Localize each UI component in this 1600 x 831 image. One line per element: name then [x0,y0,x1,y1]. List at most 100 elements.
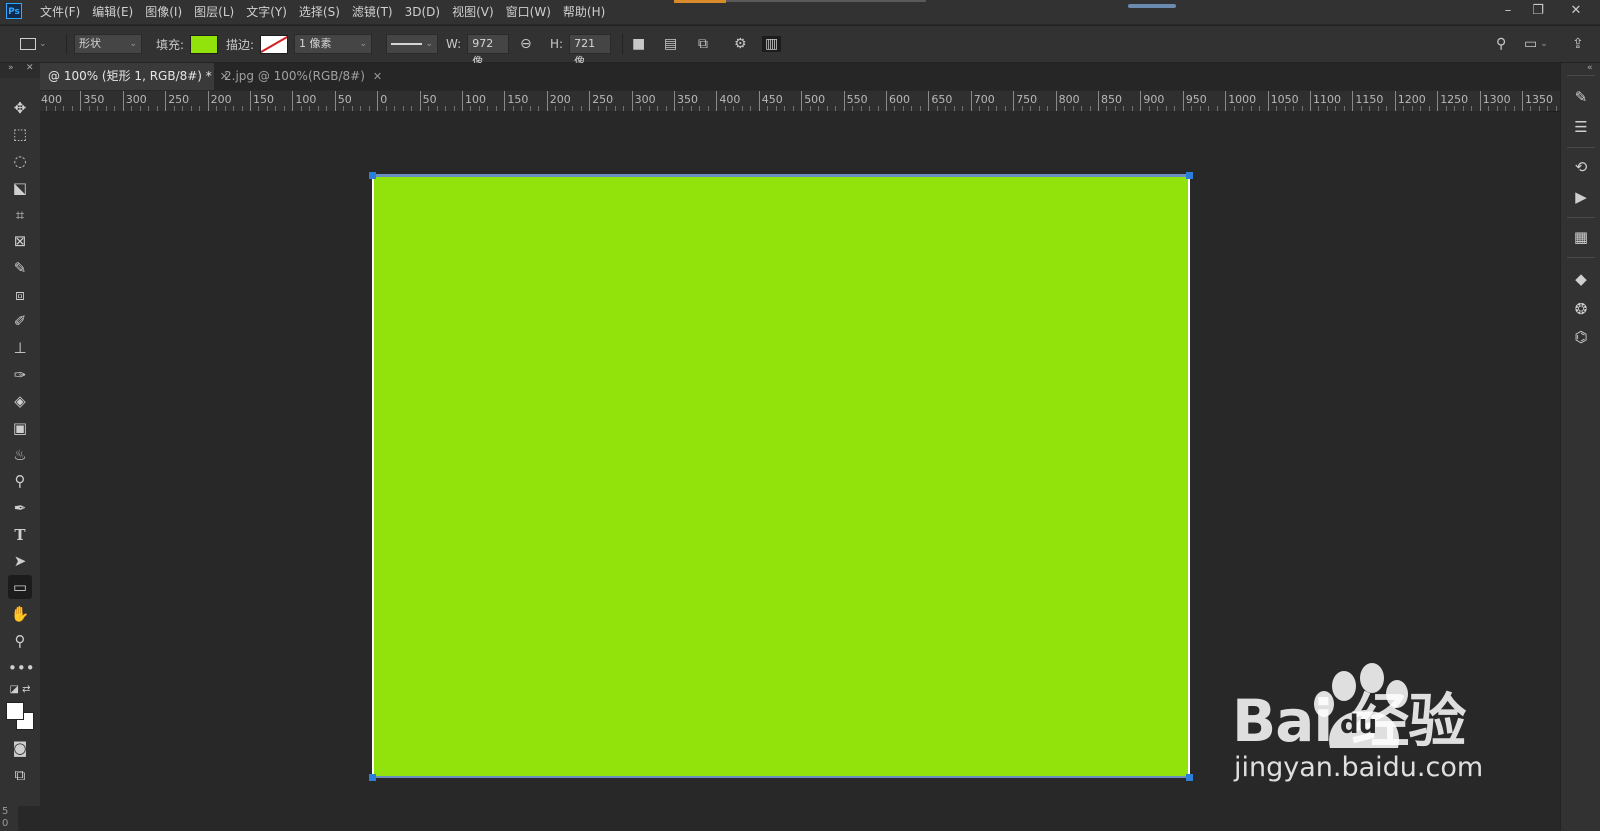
brush-settings-icon[interactable]: ✎ [1569,85,1593,109]
tool-preset-picker[interactable]: ⌄ [20,26,47,62]
height-field[interactable]: 721 像 [569,34,612,68]
fill-color-swatch[interactable] [190,34,219,54]
transform-handle[interactable] [369,172,376,179]
menu-help[interactable]: 帮助(H) [557,0,611,24]
history-brush-icon[interactable]: ✑ [8,363,32,387]
horizontal-ruler[interactable]: 400 350 300 250 200 150 100 50 0 50 100 150 200 250 30… [40,91,1560,112]
expand-icon[interactable]: » [8,63,14,73]
stroke-width-field[interactable]: 1 像素 ⌄ [294,34,372,54]
search-icon[interactable]: ⚲ [1496,36,1506,52]
close-icon[interactable]: ✕ [373,70,382,83]
toolbar-collapse-bar[interactable]: » ✕ [0,63,40,78]
marquee-icon[interactable]: ⬚ [8,122,32,146]
menu-window[interactable]: 窗口(W) [500,0,557,24]
chevron-down-icon: ⌄ [129,39,137,49]
default-colors-icon[interactable]: ◪ ⇄ [8,678,32,702]
menu-filter[interactable]: 滤镜(T) [346,0,399,24]
ruler-major-tick [928,91,930,111]
object-select-icon[interactable]: ⬕ [8,176,32,200]
menu-3d[interactable]: 3D(D) [399,0,446,24]
foreground-color-swatch[interactable] [6,702,24,720]
ruler-major-tick [1055,91,1057,111]
ruler-major-tick [1352,91,1354,111]
ruler-label: 1250 [1440,93,1469,106]
rectangle-icon[interactable]: ▭ [8,575,32,599]
chevron-down-icon: ⌄ [359,39,367,49]
actions-icon[interactable]: ▶ [1569,185,1593,209]
path-alignment-icon[interactable]: ▤ [664,36,677,52]
menu-select[interactable]: 选择(S) [293,0,346,24]
type-icon[interactable]: T [8,523,32,547]
screen-mode-icon[interactable]: ⧉ [8,763,32,787]
layers-icon[interactable]: ◆ [1569,267,1593,291]
tab-document-1[interactable]: @ 100% (矩形 1, RGB/8#) * ✕ [40,63,229,90]
gradient-icon[interactable]: ▣ [8,416,32,440]
restore-button[interactable]: ❐ [1522,0,1554,22]
ruler-major-tick [801,91,803,111]
share-icon[interactable]: ⇪ [1572,36,1584,52]
ruler-major-tick [674,91,675,111]
history-icon[interactable]: ⟲ [1569,155,1593,179]
hand-icon[interactable]: ✋ [8,602,32,626]
gear-icon[interactable]: ⚙ [734,36,747,52]
channels-icon[interactable]: ❂ [1569,297,1593,321]
options-bar: ⌄ 形状 ⌄ 填充: 描边: 1 像素 ⌄ ⌄ W: 972 像 ⊖ H: 72… [0,25,1600,68]
menu-type[interactable]: 文字(Y) [240,0,293,24]
brush-icon[interactable]: ✐ [8,309,32,333]
more-icon[interactable]: ••• [8,656,35,680]
crop-icon[interactable]: ⌗ [8,203,32,227]
path-select-icon[interactable]: ➤ [8,549,32,573]
ruler-major-tick [1479,91,1481,111]
ruler-major-tick [843,91,845,111]
stroke-line-icon [391,43,423,45]
move-icon[interactable]: ✥ [8,96,32,120]
transform-handle[interactable] [369,774,376,781]
zoom-icon[interactable]: ⚲ [8,629,32,653]
tab-document-2[interactable]: 2.jpg @ 100%(RGB/8#) ✕ [216,63,382,90]
tab-label: @ 100% (矩形 1, RGB/8#) * [48,69,212,83]
menu-image[interactable]: 图像(I) [139,0,188,24]
watermark-du-text: du [1340,710,1378,740]
collapse-icon[interactable]: « [1587,63,1593,73]
paths-icon[interactable]: ⌬ [1569,325,1593,349]
ruler-label: 100 [295,93,317,106]
width-field[interactable]: 972 像 [467,34,510,68]
adjust-icon[interactable]: ☰ [1569,115,1593,139]
blur-icon[interactable]: ♨ [8,443,32,467]
stroke-color-swatch[interactable] [260,34,289,54]
minimize-button[interactable]: – [1492,0,1524,22]
ruler-label: 800 [1058,93,1080,106]
patch-icon[interactable]: ⧈ [8,283,32,307]
menu-layer[interactable]: 图层(L) [188,0,240,24]
ruler-major-tick [122,91,124,111]
align-edges-icon[interactable]: ▥ [762,36,782,52]
lasso-icon[interactable]: ◌ [8,149,32,173]
stamp-icon[interactable]: ⊥ [8,336,32,360]
ruler-label: 750 [1016,93,1038,106]
stroke-type-select[interactable]: ⌄ [386,34,438,54]
workspace-icon[interactable]: ▭ [1524,36,1537,52]
rectangle-shape[interactable] [369,172,1193,781]
menu-file[interactable]: 文件(F) [34,0,86,24]
eraser-icon[interactable]: ◈ [8,389,32,413]
ruler-label: 500 [804,93,826,106]
pen-icon[interactable]: ✒ [8,496,32,520]
frame-icon[interactable]: ⊠ [8,229,32,253]
menu-edit[interactable]: 编辑(E) [86,0,139,24]
menu-view[interactable]: 视图(V) [446,0,500,24]
mode-select[interactable]: 形状 ⌄ [74,34,142,54]
eyedropper-icon[interactable]: ✎ [8,256,32,280]
transform-handle[interactable] [1186,172,1193,179]
transform-handle[interactable] [1186,774,1193,781]
link-icon[interactable]: ⊖ [520,36,532,52]
close-button[interactable]: ✕ [1560,0,1592,22]
libraries-icon[interactable]: ▦ [1569,225,1593,249]
fill-label: 填充: [156,37,185,52]
path-arrangement-icon[interactable]: ⧉ [698,36,708,52]
quick-mask-icon[interactable]: ◙ [8,736,32,760]
close-icon[interactable]: ✕ [26,63,34,73]
ruler-label: 1350 [1525,93,1553,106]
dodge-icon[interactable]: ⚲ [8,469,32,493]
path-operations-icon[interactable]: ■ [632,36,645,52]
stroke-width-value: 1 像素 [299,37,332,50]
